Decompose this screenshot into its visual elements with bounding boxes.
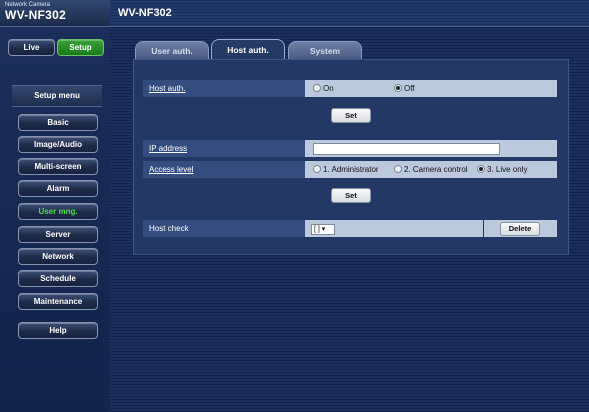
access-camera-control-label: 2. Camera control [404,165,468,174]
access-level-options: 1. Administrator 2. Camera control 3. Li… [305,161,557,178]
header-bar: WV-NF302 [110,0,589,27]
access-camera-control[interactable]: 2. Camera control [394,161,468,178]
tab-system[interactable]: System [288,41,362,59]
menu-multi-screen[interactable]: Multi-screen [18,158,98,175]
tab-host-auth[interactable]: Host auth. [211,39,285,59]
ip-address-input[interactable] [313,143,500,155]
setup-menu-title: Setup menu [12,85,102,107]
menu-network[interactable]: Network [18,248,98,265]
delete-button[interactable]: Delete [500,222,540,236]
host-check-select-value: [ ] [314,226,320,233]
host-auth-on-label: On [323,84,334,93]
chevron-down-icon: ▾ [321,226,326,233]
radio-selected-icon[interactable] [394,84,402,92]
page-title: WV-NF302 [118,7,172,19]
access-level-label: Access level [143,161,305,178]
live-button[interactable]: Live [8,39,55,56]
setup-button[interactable]: Setup [57,39,104,56]
host-auth-on[interactable]: On [313,80,334,97]
access-live-only-label: 3. Live only [487,165,528,174]
ip-address-label: IP address [143,140,305,157]
menu-server[interactable]: Server [18,226,98,243]
host-auth-set-button[interactable]: Set [331,108,371,123]
brand-model: WV-NF302 [5,8,67,22]
radio-icon[interactable] [313,84,321,92]
help-button[interactable]: Help [18,322,98,339]
host-auth-off[interactable]: Off [394,80,415,97]
menu-schedule[interactable]: Schedule [18,270,98,287]
access-administrator[interactable]: 1. Administrator [313,161,379,178]
radio-icon[interactable] [394,165,402,173]
access-level-set-button[interactable]: Set [331,188,371,203]
radio-icon[interactable] [313,165,321,173]
host-auth-label: Host auth. [143,80,305,97]
tab-user-auth[interactable]: User auth. [135,41,209,59]
menu-basic[interactable]: Basic [18,114,98,131]
host-check-select[interactable]: [ ] ▾ [311,224,335,235]
radio-selected-icon[interactable] [477,165,485,173]
menu-user-mng[interactable]: User mng. [18,203,98,220]
menu-maintenance[interactable]: Maintenance [18,293,98,310]
host-check-label: Host check [143,220,305,237]
access-administrator-label: 1. Administrator [323,165,379,174]
host-auth-off-label: Off [404,84,415,93]
access-live-only[interactable]: 3. Live only [477,161,527,178]
host-auth-options: On Off [305,80,557,97]
menu-alarm[interactable]: Alarm [18,180,98,197]
brand: Network Camera WV-NF302 [0,0,110,27]
divider [483,220,484,237]
menu-image-audio[interactable]: Image/Audio [18,136,98,153]
